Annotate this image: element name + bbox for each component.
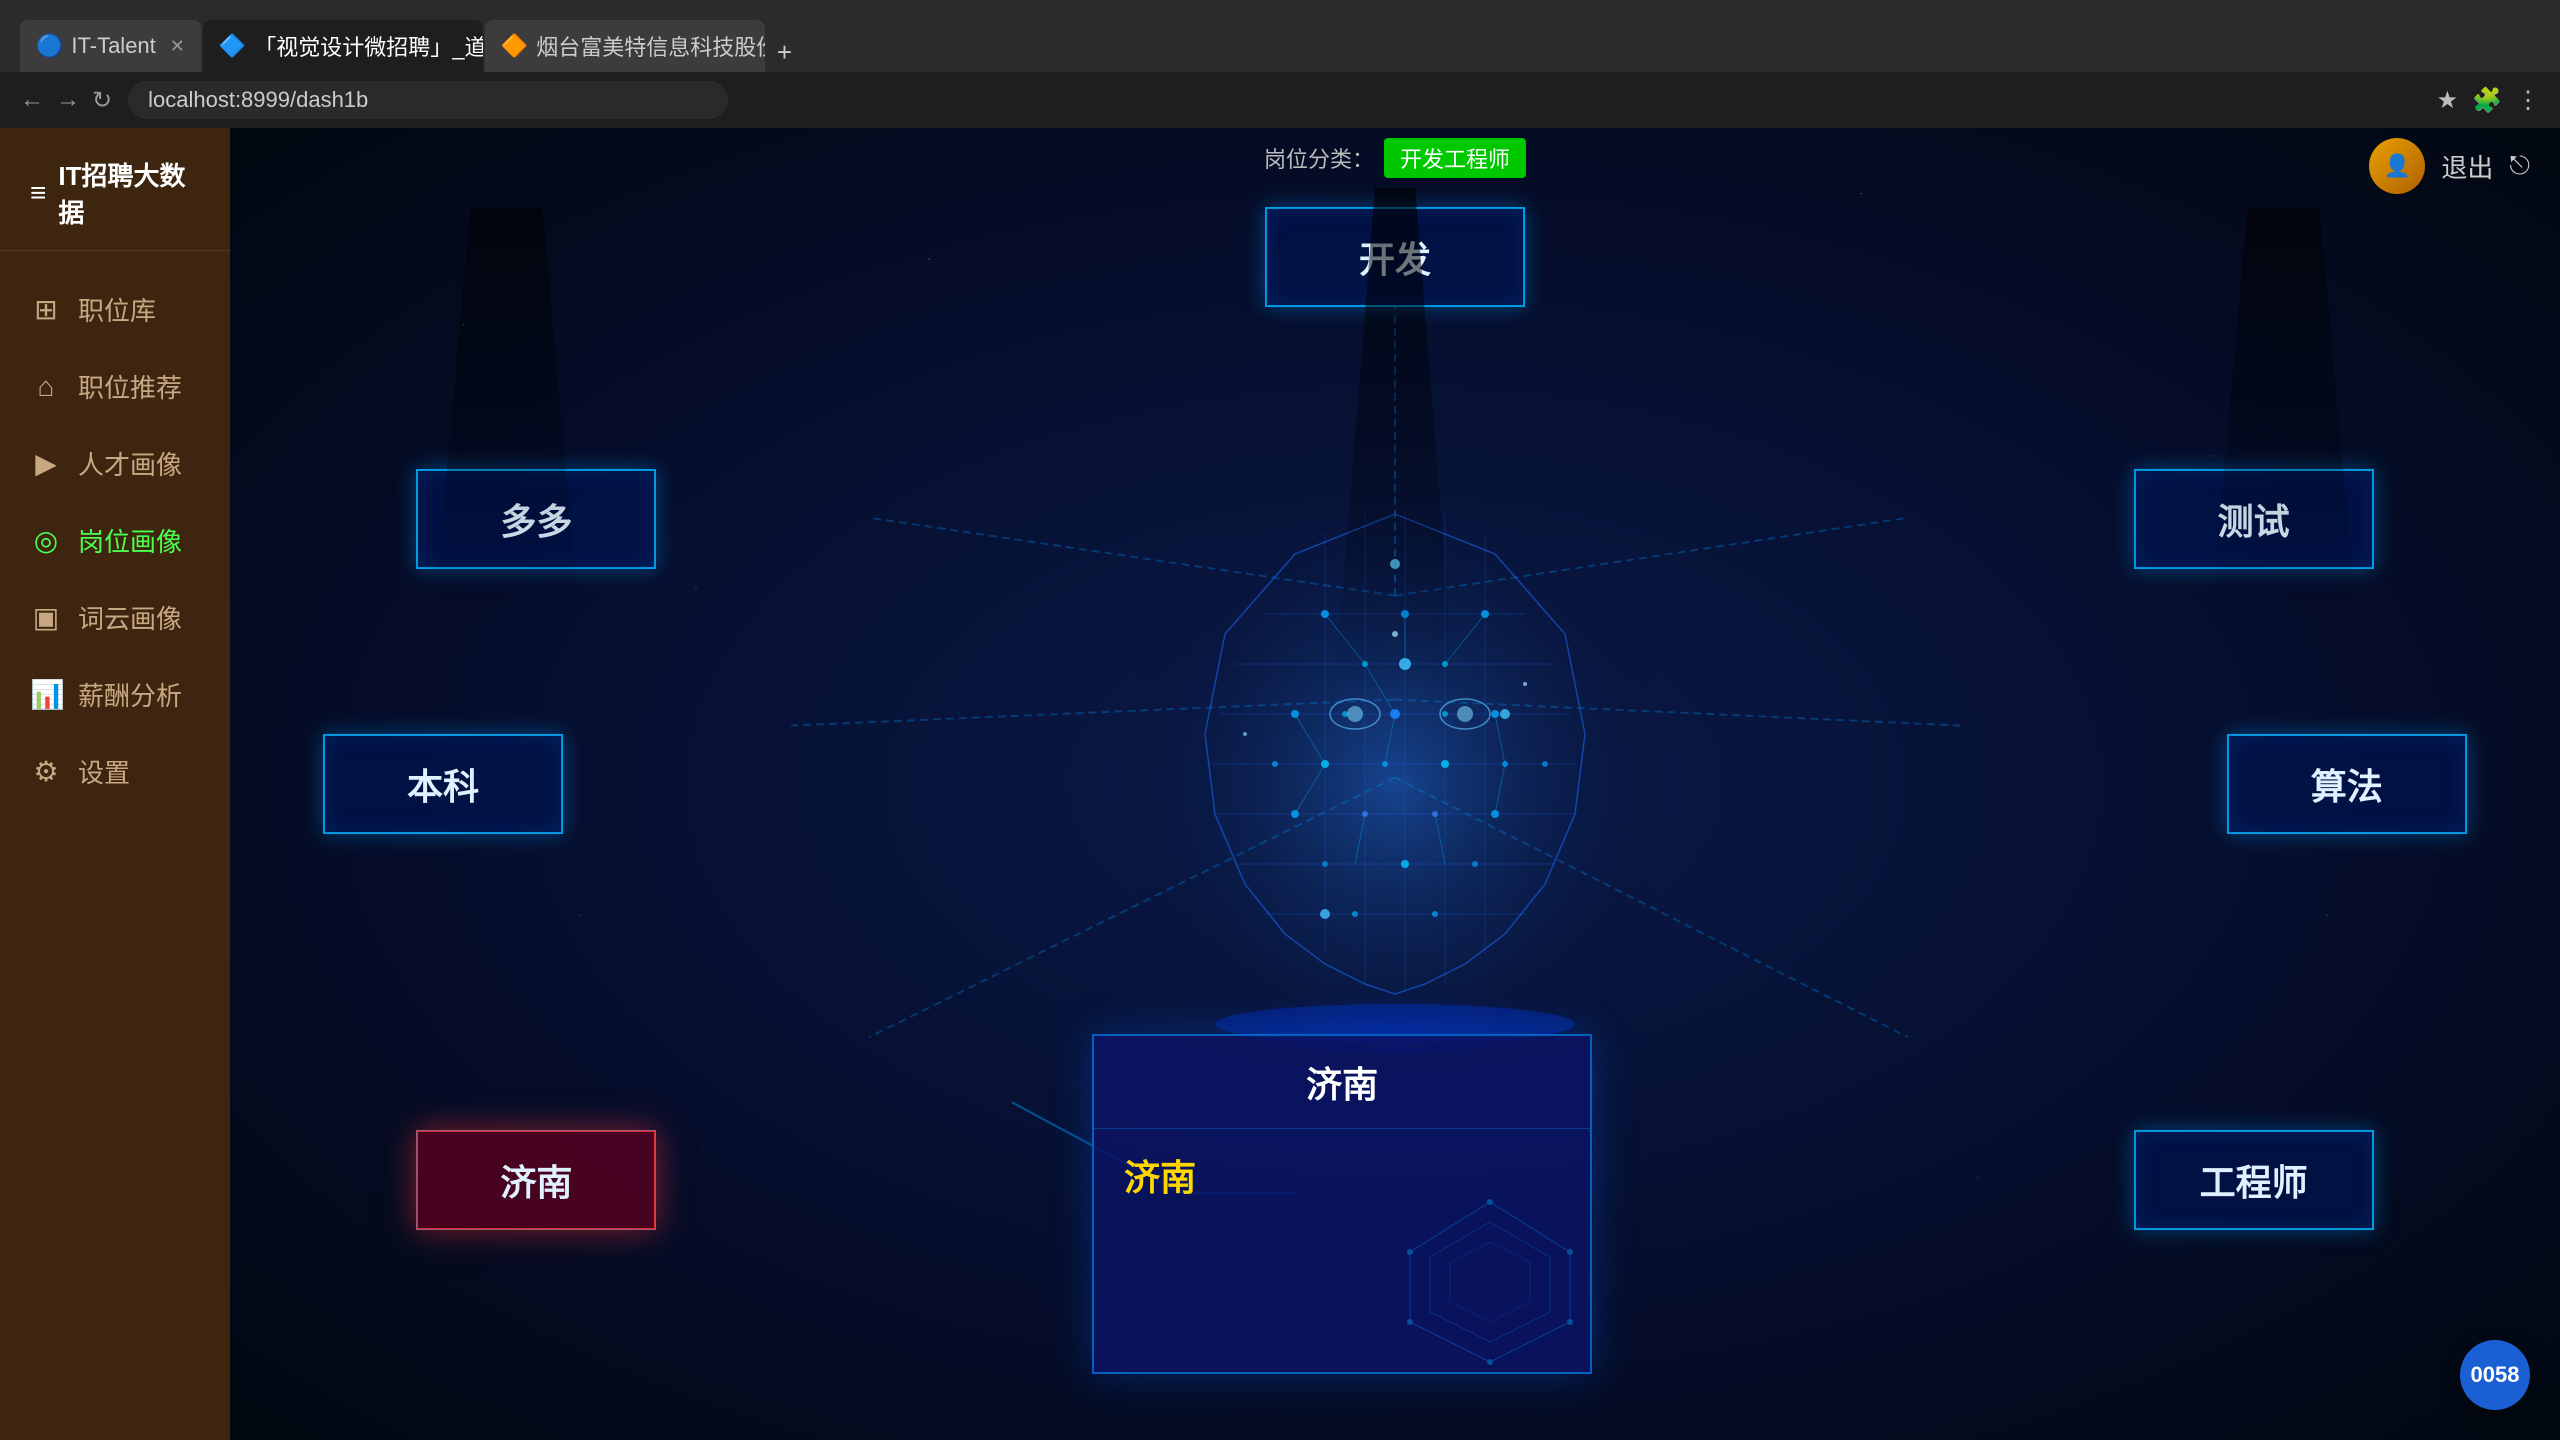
- grid-icon: ⊞: [30, 293, 62, 326]
- menu-toggle-icon[interactable]: ≡: [30, 177, 46, 209]
- box-kaifa[interactable]: 开发: [1265, 207, 1525, 307]
- fab-button[interactable]: 0058: [2460, 1340, 2530, 1410]
- address-bar[interactable]: localhost:8999/dash1b: [128, 81, 728, 119]
- tab-it-talent[interactable]: 🔵 IT-Talent ✕: [20, 20, 201, 72]
- ai-head-container: [1045, 434, 1745, 1134]
- tab-favicon-2: 🔷: [219, 33, 246, 59]
- status-badge: 开发工程师: [1384, 138, 1526, 178]
- sidebar-item-xinchuo-fenxi[interactable]: 📊 薪酬分析: [0, 656, 230, 733]
- browser-chrome: 🔵 IT-Talent ✕ 🔷 「视觉设计微招聘」_道科信息... ✕ 🔶 烟台…: [0, 0, 2560, 72]
- circle-icon: ◎: [30, 524, 62, 557]
- sidebar-item-ciyun-huaxiang[interactable]: ▣ 词云画像: [0, 579, 230, 656]
- box-benke[interactable]: 本科: [323, 734, 563, 834]
- sidebar-item-zhiwei-ku[interactable]: ⊞ 职位库: [0, 271, 230, 348]
- sidebar-title: IT招聘大数据: [58, 156, 210, 230]
- play-icon: ▶: [30, 447, 62, 480]
- sidebar-label-zhiwei-tuijian: 职位推荐: [78, 368, 182, 405]
- home-icon: ⌂: [30, 371, 62, 403]
- sidebar: ≡ IT招聘大数据 ⊞ 职位库 ⌂ 职位推荐 ▶ 人才画像 ◎ 岗位画像: [0, 128, 230, 1440]
- sidebar-label-rencai-huaxiang: 人才画像: [78, 445, 182, 482]
- logout-icon: ⎋: [2509, 150, 2530, 182]
- tab-bar: 🔵 IT-Talent ✕ 🔷 「视觉设计微招聘」_道科信息... ✕ 🔶 烟台…: [20, 0, 2540, 72]
- popup-content-label: 济南: [1124, 1149, 1196, 1201]
- address-bar-area: ← → ↻ localhost:8999/dash1b ★ 🧩 ⋮: [0, 72, 2560, 128]
- back-button[interactable]: ←: [20, 86, 44, 114]
- tab-label-3: 烟台富美特信息科技股份分有限...: [536, 30, 765, 62]
- sidebar-label-ciyun-huaxiang: 词云画像: [78, 599, 182, 636]
- popup-panel: 济南 济南: [1092, 1034, 1592, 1374]
- box-suanfa[interactable]: 算法: [2227, 734, 2467, 834]
- tab-yantai[interactable]: 🔶 烟台富美特信息科技股份分有限... ✕: [485, 20, 765, 72]
- bookmark-icon[interactable]: ★: [2437, 86, 2459, 115]
- tab-visual-design[interactable]: 🔷 「视觉设计微招聘」_道科信息... ✕: [203, 20, 483, 72]
- tab-close-icon[interactable]: ✕: [170, 36, 185, 57]
- tag-icon: ▣: [30, 601, 62, 634]
- viz-container: 岗位分类： 开发工程师 👤 退出 ⎋: [230, 128, 2560, 1440]
- box-duoduo[interactable]: 多多: [416, 469, 656, 569]
- toolbar-icons: ★ 🧩 ⋮: [2437, 86, 2540, 115]
- main-content: 岗位分类： 开发工程师 👤 退出 ⎋: [230, 128, 2560, 1440]
- nav-buttons: ← → ↻: [20, 86, 112, 115]
- chart-icon: 📊: [30, 678, 62, 711]
- sidebar-label-xinchuo-fenxi: 薪酬分析: [78, 676, 182, 713]
- settings-nav-icon: ⚙: [30, 755, 62, 788]
- popup-title: 济南: [1094, 1036, 1590, 1129]
- box-jinan[interactable]: 济南: [416, 1130, 656, 1230]
- user-area: 👤 退出 ⎋: [2369, 138, 2530, 194]
- sidebar-header: ≡ IT招聘大数据: [0, 128, 230, 251]
- extension-icon[interactable]: 🧩: [2472, 86, 2502, 115]
- box-gongchengshi[interactable]: 工程师: [2134, 1130, 2374, 1230]
- sidebar-label-shezhi: 设置: [78, 753, 130, 790]
- position-status-label: 岗位分类：: [1264, 142, 1374, 174]
- sidebar-nav: ⊞ 职位库 ⌂ 职位推荐 ▶ 人才画像 ◎ 岗位画像 ▣ 词云画像: [0, 251, 230, 1440]
- box-ceshi[interactable]: 测试: [2134, 469, 2374, 569]
- tab-favicon-3: 🔶: [501, 33, 528, 59]
- sidebar-item-gangwei-huaxiang[interactable]: ◎ 岗位画像: [0, 502, 230, 579]
- refresh-button[interactable]: ↻: [92, 86, 112, 115]
- sidebar-label-gangwei-huaxiang: 岗位画像: [78, 522, 182, 559]
- sidebar-item-zhiwei-tuijian[interactable]: ⌂ 职位推荐: [0, 348, 230, 425]
- ai-head-svg: [1045, 434, 1745, 1134]
- sidebar-label-zhiwei-ku: 职位库: [78, 291, 156, 328]
- app-layout: ≡ IT招聘大数据 ⊞ 职位库 ⌂ 职位推荐 ▶ 人才画像 ◎ 岗位画像: [0, 128, 2560, 1440]
- tab-add-button[interactable]: +: [767, 33, 802, 72]
- tab-favicon: 🔵: [36, 33, 63, 59]
- fab-label: 0058: [2471, 1362, 2520, 1388]
- sidebar-item-rencai-huaxiang[interactable]: ▶ 人才画像: [0, 425, 230, 502]
- tab-label: IT-Talent: [71, 33, 155, 59]
- logout-button[interactable]: 退出: [2441, 148, 2493, 185]
- settings-icon[interactable]: ⋮: [2516, 86, 2540, 115]
- avatar: 👤: [2369, 138, 2425, 194]
- top-notification: 岗位分类： 开发工程师: [1264, 138, 1526, 178]
- forward-button[interactable]: →: [56, 86, 80, 114]
- sidebar-item-shezhi[interactable]: ⚙ 设置: [0, 733, 230, 810]
- tab-label-2: 「视觉设计微招聘」_道科信息...: [254, 30, 483, 62]
